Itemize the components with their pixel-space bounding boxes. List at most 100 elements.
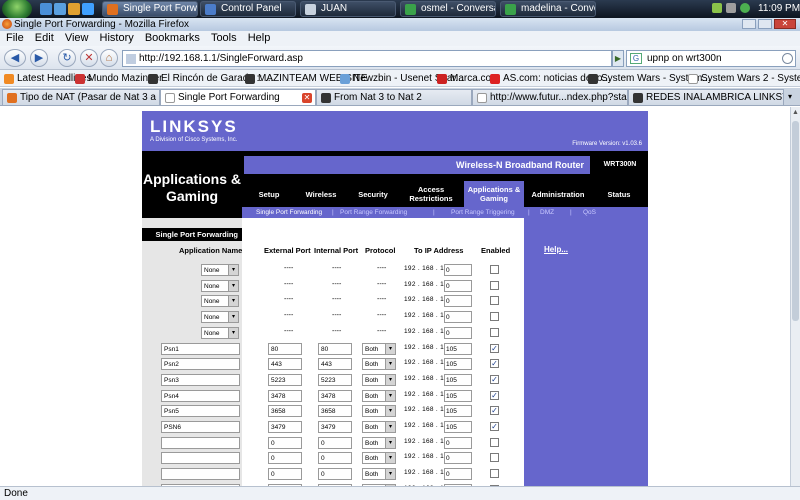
tab-access-restrictions[interactable]: Access Restrictions xyxy=(400,181,462,207)
back-button[interactable]: ◀ xyxy=(4,49,26,67)
ip-last-octet-input[interactable]: 105 xyxy=(444,421,472,433)
external-port-input[interactable]: 3658 xyxy=(268,405,302,418)
close-tab-icon[interactable]: ✕ xyxy=(302,93,312,103)
forward-button[interactable]: ▶ xyxy=(30,49,48,67)
protocol-select[interactable]: Both ▾ xyxy=(362,452,396,465)
application-name-input[interactable] xyxy=(161,452,240,465)
internal-port-input[interactable]: 5223 xyxy=(318,373,352,386)
stop-button[interactable]: ✕ xyxy=(80,49,98,67)
external-port-input[interactable]: 3479 xyxy=(268,421,302,433)
ie-icon[interactable] xyxy=(82,3,94,15)
clock[interactable]: 11:09 PM xyxy=(758,3,800,14)
messenger-status-icon[interactable] xyxy=(740,3,750,13)
enabled-checkbox[interactable] xyxy=(490,469,499,479)
internal-port-input[interactable]: 80 xyxy=(318,342,352,355)
volume-icon[interactable] xyxy=(726,3,736,13)
subtab-qos[interactable]: QoS xyxy=(583,207,596,218)
tab-security[interactable]: Security xyxy=(348,181,398,207)
search-icon[interactable] xyxy=(782,53,793,64)
internal-port-input[interactable]: 0 xyxy=(318,468,352,481)
vertical-scrollbar[interactable]: ▲ xyxy=(790,107,800,486)
menu-help[interactable]: Help xyxy=(248,31,271,46)
protocol-select[interactable]: Both ▾ xyxy=(362,389,396,402)
menu-file[interactable]: File xyxy=(6,31,24,46)
ip-last-octet-input[interactable]: 105 xyxy=(444,373,472,386)
application-name-input[interactable] xyxy=(161,436,240,449)
taskbar-button-firefox[interactable]: Single Port Forwardi... xyxy=(102,1,198,17)
taskbar-button-osmel[interactable]: osmel - Conversation xyxy=(400,1,496,17)
enabled-checkbox[interactable] xyxy=(490,327,499,337)
menu-history[interactable]: History xyxy=(100,31,134,46)
tab-list-icon[interactable]: ▾ xyxy=(788,92,792,101)
ip-last-octet-input[interactable]: 0 xyxy=(444,452,472,465)
ip-last-octet-input[interactable]: 0 xyxy=(444,311,472,324)
tab-single-port-forwarding[interactable]: Single Port Forwarding ✕ xyxy=(160,89,316,105)
enabled-checkbox[interactable] xyxy=(490,453,499,463)
tab-administration[interactable]: Administration xyxy=(526,181,590,207)
enabled-checkbox[interactable]: ✓ xyxy=(490,390,499,400)
home-button[interactable]: ⌂ xyxy=(100,49,118,67)
application-select[interactable]: None ▾ xyxy=(201,311,239,324)
bookmark-item[interactable]: System Wars 2 - Syste... xyxy=(688,70,800,86)
enabled-checkbox[interactable] xyxy=(490,296,499,306)
application-name-input[interactable]: Psn3 xyxy=(161,373,240,386)
network-icon[interactable] xyxy=(712,3,722,13)
enabled-checkbox[interactable]: ✓ xyxy=(490,374,499,384)
external-port-input[interactable]: 5223 xyxy=(268,373,302,386)
ip-last-octet-input[interactable]: 105 xyxy=(444,389,472,402)
maximize-button[interactable] xyxy=(758,19,772,29)
taskbar-button-madelina[interactable]: madelina - Convers... xyxy=(500,1,596,17)
help-link[interactable]: Help... xyxy=(544,245,568,254)
menu-edit[interactable]: Edit xyxy=(35,31,54,46)
tab-redes[interactable]: REDES INALAMBRICA LINKSYS RO... xyxy=(628,89,784,105)
switch-windows-icon[interactable] xyxy=(54,3,66,15)
enabled-checkbox[interactable]: ✓ xyxy=(490,343,499,353)
external-port-input[interactable]: 0 xyxy=(268,468,302,481)
external-port-input[interactable]: 80 xyxy=(268,342,302,355)
internal-port-input[interactable]: 0 xyxy=(318,452,352,465)
application-name-input[interactable]: Psn1 xyxy=(161,342,240,355)
protocol-select[interactable]: Both ▾ xyxy=(362,421,396,433)
taskbar-button-juan[interactable]: JUAN xyxy=(300,1,396,17)
protocol-select[interactable]: Both ▾ xyxy=(362,405,396,418)
external-port-input[interactable]: 0 xyxy=(268,436,302,449)
go-button[interactable]: ▶ xyxy=(612,50,624,67)
protocol-select[interactable]: Both ▾ xyxy=(362,358,396,371)
application-select[interactable]: None ▾ xyxy=(201,279,239,292)
url-bar[interactable]: http://192.168.1.1/SingleForward.asp xyxy=(122,50,612,67)
protocol-select[interactable]: Both ▾ xyxy=(362,373,396,386)
minimize-button[interactable] xyxy=(742,19,756,29)
protocol-select[interactable]: Both ▾ xyxy=(362,342,396,355)
enabled-checkbox[interactable]: ✓ xyxy=(490,422,499,431)
external-port-input[interactable]: 0 xyxy=(268,452,302,465)
ip-last-octet-input[interactable]: 0 xyxy=(444,326,472,339)
tab-nat[interactable]: Tipo de NAT (Pasar de Nat 3 a Nat 2) xyxy=(2,89,160,105)
application-select[interactable]: None ▾ xyxy=(201,295,239,308)
external-port-input[interactable]: 443 xyxy=(268,358,302,371)
scrollbar-thumb[interactable] xyxy=(792,121,799,321)
protocol-select[interactable]: Both ▾ xyxy=(362,436,396,449)
ip-last-octet-input[interactable]: 0 xyxy=(444,264,472,276)
enabled-checkbox[interactable]: ✓ xyxy=(490,406,499,416)
external-port-input[interactable]: 3478 xyxy=(268,389,302,402)
window-titlebar[interactable]: Single Port Forwarding - Mozilla Firefox… xyxy=(0,18,800,31)
menu-view[interactable]: View xyxy=(65,31,89,46)
ip-last-octet-input[interactable]: 0 xyxy=(444,468,472,481)
tab-applications-gaming[interactable]: Applications & Gaming xyxy=(464,181,524,207)
internal-port-input[interactable]: 3478 xyxy=(318,389,352,402)
subtab-dmz[interactable]: DMZ xyxy=(540,207,554,218)
enabled-checkbox[interactable] xyxy=(490,265,499,274)
enabled-checkbox[interactable] xyxy=(490,280,499,290)
enabled-checkbox[interactable]: ✓ xyxy=(490,359,499,369)
search-input[interactable]: G upnp on wrt300n xyxy=(626,50,796,67)
close-button[interactable]: ✕ xyxy=(774,19,796,29)
ip-last-octet-input[interactable]: 0 xyxy=(444,436,472,449)
taskbar-button-control-panel[interactable]: Control Panel xyxy=(200,1,296,17)
application-select[interactable]: None ▾ xyxy=(201,264,239,276)
ip-last-octet-input[interactable]: 105 xyxy=(444,342,472,355)
application-name-input[interactable]: Psn4 xyxy=(161,389,240,402)
ip-last-octet-input[interactable]: 0 xyxy=(444,279,472,292)
application-select[interactable]: None ▾ xyxy=(201,326,239,339)
tab-futur[interactable]: http://www.futur...ndex.php?stage=1 xyxy=(472,89,628,105)
tab-wireless[interactable]: Wireless xyxy=(296,181,346,207)
